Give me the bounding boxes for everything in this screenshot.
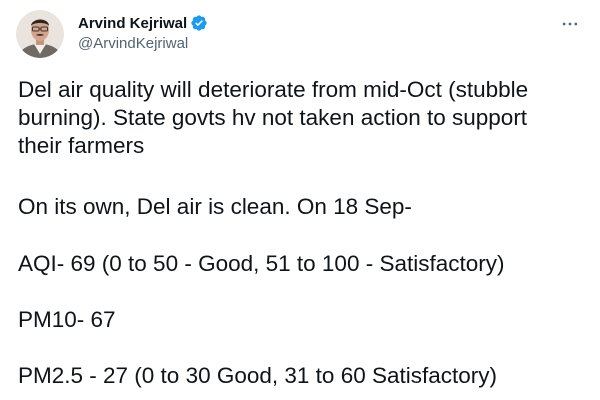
avatar[interactable] — [16, 10, 64, 58]
more-options-button[interactable] — [556, 12, 584, 40]
display-name-row: Arvind Kejriwal — [78, 13, 208, 33]
author-names: Arvind Kejriwal @ArvindKejriwal — [78, 13, 208, 52]
display-name[interactable]: Arvind Kejriwal — [78, 15, 187, 32]
tweet-header: Arvind Kejriwal @ArvindKejriwal — [16, 10, 584, 58]
tweet-paragraph: PM2.5 - 27 (0 to 30 Good, 31 to 60 Satis… — [18, 363, 498, 388]
tweet-paragraph: Del air quality will deteriorate from mi… — [18, 77, 529, 158]
tweet-text: Del air quality will deteriorate from mi… — [18, 76, 588, 388]
tweet-paragraph: PM10- 67 — [18, 307, 116, 332]
more-horizontal-icon — [560, 14, 580, 39]
tweet-paragraph: On its own, Del air is clean. On 18 Sep- — [18, 194, 412, 219]
user-handle[interactable]: @ArvindKejriwal — [78, 35, 208, 52]
verified-badge-icon — [190, 14, 208, 32]
avatar-photo-icon — [16, 10, 64, 58]
tweet-paragraph: AQI- 69 (0 to 50 - Good, 51 to 100 - Sat… — [18, 251, 505, 276]
